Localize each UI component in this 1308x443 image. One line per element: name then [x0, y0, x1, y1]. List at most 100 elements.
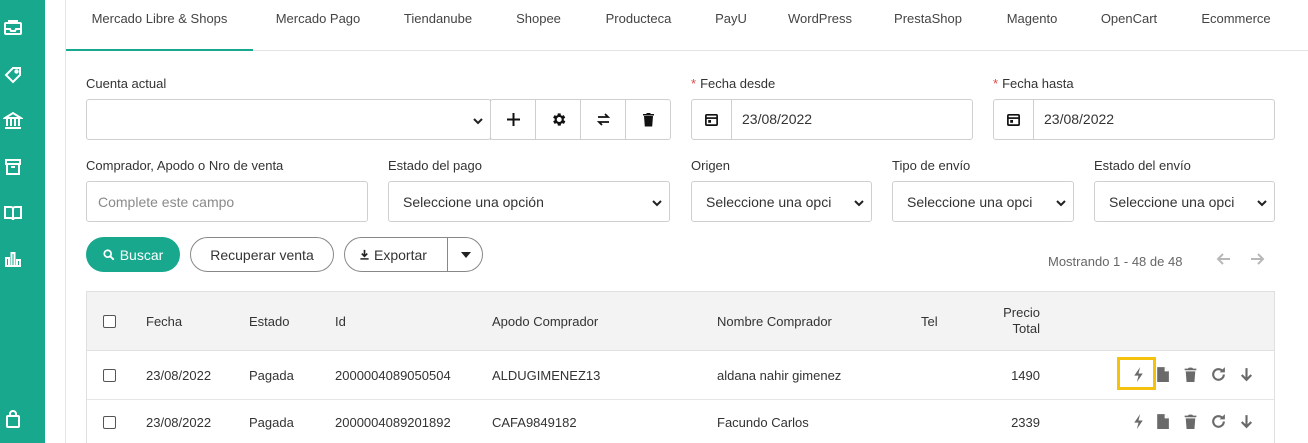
integration-tabs: Mercado Libre & Shops Mercado Pago Tiend…: [66, 0, 1308, 51]
row-checkbox[interactable]: [103, 369, 116, 382]
document-icon[interactable]: [1152, 364, 1172, 384]
shipping-state-label: Estado del envío: [1094, 158, 1191, 173]
header-estado[interactable]: Estado: [249, 314, 289, 329]
tab-ecommerce[interactable]: Ecommerce: [1195, 0, 1277, 51]
table-row[interactable]: 23/08/2022 Pagada 2000004089050504 ALDUG…: [87, 351, 1274, 400]
header-apodo[interactable]: Apodo Comprador: [492, 314, 598, 329]
document-icon[interactable]: [1152, 411, 1172, 431]
box-icon[interactable]: [2, 156, 24, 178]
buyer-search-placeholder: Complete este campo: [98, 193, 235, 210]
sales-table: Fecha Estado Id Apodo Comprador Nombre C…: [86, 291, 1275, 443]
shipping-type-value: Seleccione una opci: [907, 193, 1033, 210]
date-to-field[interactable]: 23/08/2022: [993, 99, 1275, 140]
gear-icon: [553, 113, 566, 126]
bolt-icon[interactable]: [1128, 411, 1148, 431]
cell-id: 2000004089201892: [335, 415, 451, 430]
refresh-icon[interactable]: [1208, 364, 1228, 384]
arrow-down-icon[interactable]: [1236, 411, 1256, 431]
prev-page-arrow-icon[interactable]: [1215, 250, 1235, 270]
row-checkbox[interactable]: [103, 416, 116, 429]
calendar-icon[interactable]: [692, 100, 732, 139]
payment-state-value: Seleccione una opción: [403, 193, 544, 210]
origin-select[interactable]: Seleccione una opci: [691, 181, 872, 222]
tab-payu[interactable]: PayU: [706, 0, 756, 51]
sidebar-divider: [65, 0, 66, 443]
header-tel[interactable]: Tel: [921, 314, 938, 329]
cell-apodo: ALDUGIMENEZ13: [492, 368, 601, 383]
cell-estado: Pagada: [249, 368, 294, 383]
bank-icon[interactable]: [2, 110, 24, 132]
header-nombre[interactable]: Nombre Comprador: [717, 314, 832, 329]
tab-mercado-libre[interactable]: Mercado Libre & Shops: [66, 0, 253, 51]
header-precio-total[interactable]: Precio Total: [987, 305, 1040, 337]
shipping-type-select[interactable]: Seleccione una opci: [892, 181, 1074, 222]
caret-down-icon: [460, 251, 471, 258]
date-from-value: 23/08/2022: [742, 111, 813, 127]
header-fecha[interactable]: Fecha: [146, 314, 182, 329]
chevron-down-icon: [1055, 196, 1067, 208]
calendar-icon[interactable]: [994, 100, 1034, 139]
account-label: Cuenta actual: [86, 76, 167, 91]
tab-mercado-pago[interactable]: Mercado Pago: [263, 0, 373, 51]
chevron-down-icon: [651, 196, 663, 208]
cell-precio: 1490: [1011, 368, 1040, 383]
search-button-label: Buscar: [119, 246, 164, 263]
table-row[interactable]: 23/08/2022 Pagada 2000004089201892 CAFA9…: [87, 400, 1274, 443]
shipping-state-value: Seleccione una opci: [1109, 193, 1235, 210]
date-from-field[interactable]: 23/08/2022: [691, 99, 973, 140]
tab-opencart[interactable]: OpenCart: [1094, 0, 1164, 51]
cell-estado: Pagada: [249, 415, 294, 430]
date-to-value: 23/08/2022: [1044, 111, 1115, 127]
chevron-down-icon: [1256, 196, 1268, 208]
account-select[interactable]: [86, 99, 491, 140]
download-icon: [360, 249, 369, 260]
tab-tiendanube[interactable]: Tiendanube: [392, 0, 484, 51]
tab-magento[interactable]: Magento: [1000, 0, 1064, 51]
bar-chart-icon[interactable]: [2, 248, 24, 270]
delete-account-button[interactable]: [625, 99, 671, 140]
cell-apodo: CAFA9849182: [492, 415, 577, 430]
book-icon[interactable]: [2, 202, 24, 224]
cell-precio: 2339: [1011, 415, 1040, 430]
switch-account-button[interactable]: [580, 99, 626, 140]
add-account-button[interactable]: [490, 99, 536, 140]
tab-prestashop[interactable]: PrestaShop: [888, 0, 968, 51]
account-settings-button[interactable]: [535, 99, 581, 140]
payment-state-select[interactable]: Seleccione una opción: [388, 181, 670, 222]
plus-icon: [507, 113, 520, 126]
tab-producteca[interactable]: Producteca: [596, 0, 681, 51]
cell-nombre: aldana nahir gimenez: [717, 368, 842, 383]
bolt-icon[interactable]: [1128, 364, 1148, 384]
buyer-search-input[interactable]: Complete este campo: [86, 181, 368, 222]
refresh-icon[interactable]: [1208, 411, 1228, 431]
select-all-checkbox[interactable]: [103, 315, 116, 328]
shipping-type-label: Tipo de envío: [892, 158, 971, 173]
tag-icon[interactable]: [2, 64, 24, 86]
tab-shopee[interactable]: Shopee: [506, 0, 571, 51]
next-page-arrow-icon[interactable]: [1248, 250, 1268, 270]
swap-icon: [596, 113, 611, 126]
date-from-label: * Fecha desde: [691, 76, 776, 91]
search-button[interactable]: Buscar: [86, 237, 180, 272]
table-header: Fecha Estado Id Apodo Comprador Nombre C…: [87, 292, 1274, 351]
header-id[interactable]: Id: [335, 314, 346, 329]
pagination-summary: Mostrando 1 - 48 de 48: [1048, 254, 1183, 269]
search-icon: [103, 248, 115, 260]
export-dropdown-toggle[interactable]: [448, 237, 483, 272]
payment-state-label: Estado del pago: [388, 158, 482, 173]
tab-wordpress[interactable]: WordPress: [780, 0, 860, 51]
shipping-state-select[interactable]: Seleccione una opci: [1094, 181, 1275, 222]
chevron-down-icon: [472, 114, 484, 126]
inbox-icon[interactable]: [2, 17, 24, 39]
recover-sale-button[interactable]: Recuperar venta: [190, 237, 334, 272]
cell-id: 2000004089050504: [335, 368, 451, 383]
origin-label: Origen: [691, 158, 731, 173]
export-button-label: Exportar: [374, 246, 427, 263]
cell-fecha: 23/08/2022: [146, 368, 212, 383]
arrow-down-icon[interactable]: [1236, 364, 1256, 384]
trash-icon[interactable]: [1180, 411, 1200, 431]
trash-icon: [643, 113, 654, 127]
bag-icon[interactable]: [2, 408, 24, 430]
origin-value: Seleccione una opci: [706, 193, 832, 210]
trash-icon[interactable]: [1180, 364, 1200, 384]
